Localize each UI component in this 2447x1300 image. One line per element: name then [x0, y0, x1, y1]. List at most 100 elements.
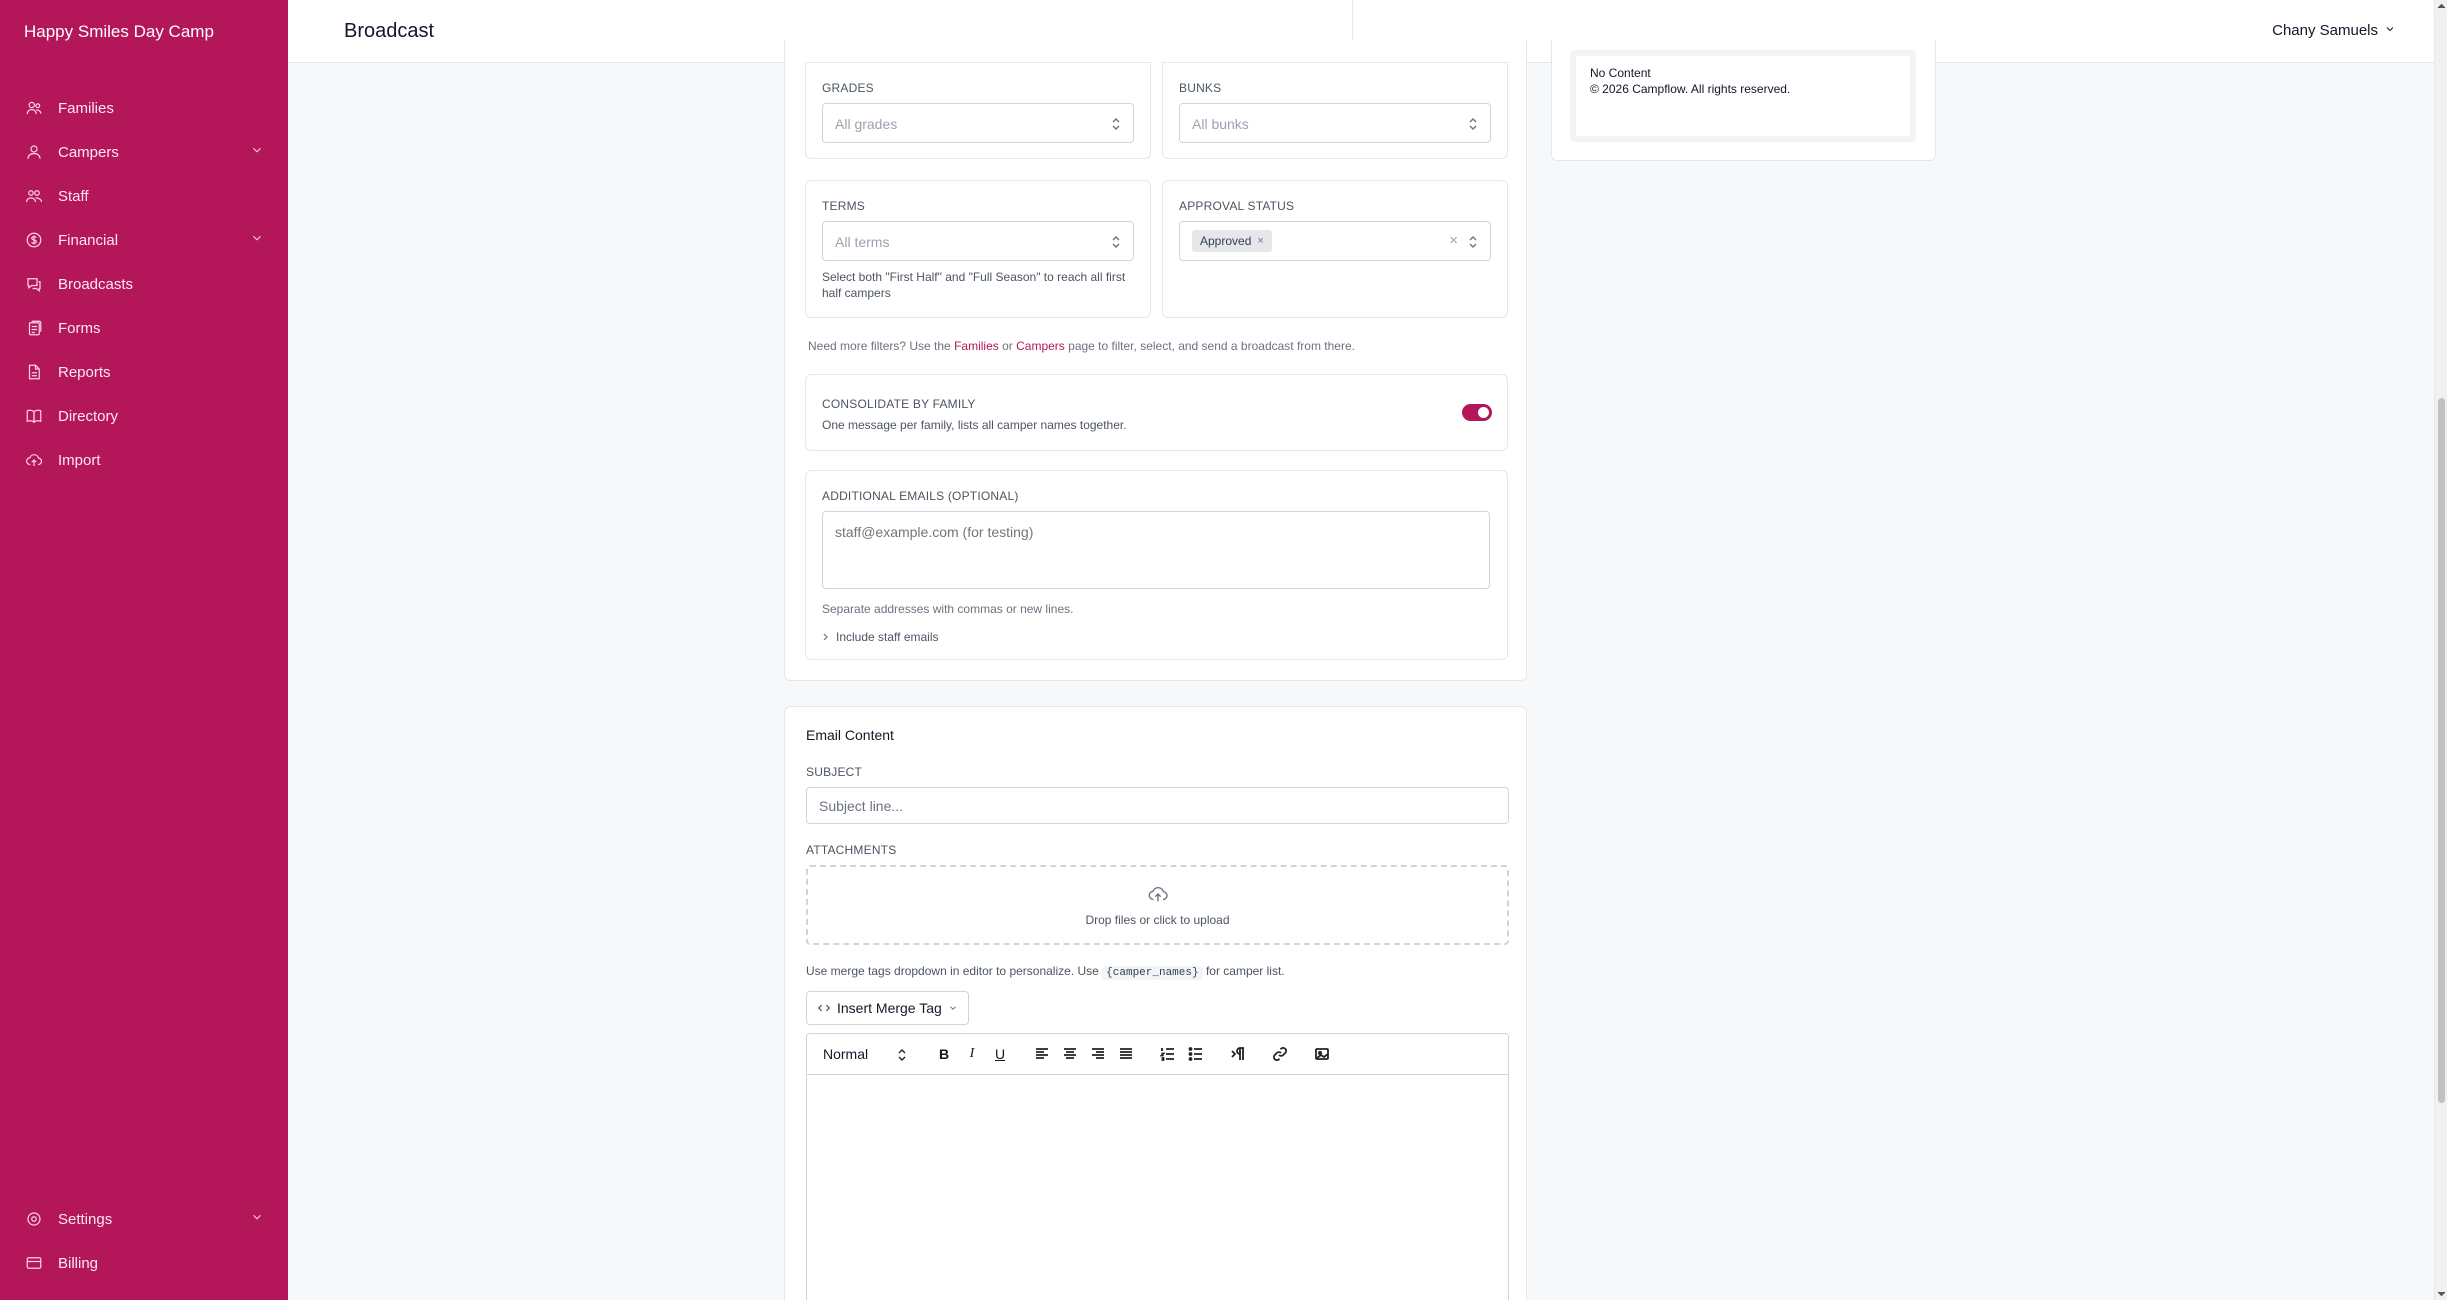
format-select[interactable]: Normal [823, 1046, 913, 1062]
clear-icon[interactable]: × [1449, 232, 1458, 249]
grades-select[interactable]: All grades [822, 103, 1134, 143]
grades-placeholder: All grades [835, 116, 898, 132]
app-name[interactable]: Happy Smiles Day Camp [24, 22, 214, 42]
additional-emails-hint: Separate addresses with commas or new li… [822, 602, 1074, 616]
staff-icon [24, 186, 44, 206]
chevron-down-icon [2384, 22, 2396, 39]
code-icon [818, 1004, 830, 1012]
image-icon[interactable] [1313, 1045, 1331, 1063]
sidebar-item-forms[interactable]: Forms [0, 306, 288, 350]
additional-emails-input[interactable] [822, 511, 1490, 589]
sidebar-item-reports[interactable]: Reports [0, 350, 288, 394]
sidebar-bottom-nav: Settings Billing [0, 1197, 288, 1285]
ordered-list-button[interactable] [1159, 1045, 1177, 1063]
approval-filter-box: APPROVAL STATUS Approved × × [1162, 180, 1508, 318]
merge-hint-code: {camper_names} [1102, 966, 1203, 980]
bullet-list-button[interactable] [1187, 1045, 1205, 1063]
merge-hint-prefix: Use merge tags dropdown in editor to per… [806, 964, 1099, 978]
sidebar-item-label: Billing [58, 1254, 99, 1272]
sidebar-item-directory[interactable]: Directory [0, 394, 288, 438]
forms-icon [24, 318, 44, 338]
sidebar-nav: Families Campers Staff Financial Broadca… [0, 86, 288, 482]
chevron-down-icon[interactable] [250, 231, 264, 249]
insert-merge-tag-label: Insert Merge Tag [837, 1000, 942, 1016]
page-title: Broadcast [344, 20, 435, 42]
email-body-editor[interactable] [806, 1075, 1509, 1300]
upload-cloud-icon [1148, 886, 1168, 902]
reports-icon [24, 362, 44, 382]
families-icon [24, 98, 44, 118]
attachments-dropzone[interactable]: Drop files or click to upload [806, 865, 1509, 945]
align-justify-button[interactable] [1117, 1045, 1135, 1063]
sidebar-item-label: Families [58, 99, 114, 117]
scroll-up-icon[interactable] [2437, 2, 2446, 11]
sidebar-item-settings[interactable]: Settings [0, 1197, 288, 1241]
page-scrollbar[interactable] [2434, 0, 2447, 1300]
terms-select[interactable]: All terms [822, 221, 1134, 261]
consolidate-box: CONSOLIDATE BY FAMILY One message per fa… [805, 374, 1508, 451]
consolidate-description: One message per family, lists all camper… [822, 418, 1127, 432]
more-filters-or: or [1002, 339, 1013, 353]
sort-arrows-icon [1469, 236, 1477, 248]
preview-card: No Content © 2026 Campflow. All rights r… [1551, 40, 1936, 161]
sidebar-item-import[interactable]: Import [0, 438, 288, 482]
subject-input[interactable]: Subject line... [806, 787, 1509, 824]
upload-cloud-icon [24, 450, 44, 470]
sidebar-item-label: Staff [58, 187, 89, 205]
subject-label: SUBJECT [806, 765, 863, 779]
align-right-button[interactable] [1089, 1045, 1107, 1063]
chevron-down-icon[interactable] [250, 1210, 264, 1228]
card-icon [24, 1253, 44, 1273]
families-link[interactable]: Families [954, 339, 999, 353]
align-left-button[interactable] [1033, 1045, 1051, 1063]
chevron-down-icon[interactable] [250, 143, 264, 161]
terms-hint: Select both "First Half" and "Full Seaso… [822, 270, 1126, 300]
more-filters-suffix: page to filter, select, and send a broad… [1068, 339, 1355, 353]
grades-label: GRADES [822, 81, 874, 95]
editor-toolbar: Normal B I U [806, 1033, 1509, 1075]
sidebar-item-families[interactable]: Families [0, 86, 288, 130]
consolidate-toggle[interactable] [1462, 404, 1492, 421]
more-filters-hint: Need more filters? Use the Families or C… [808, 338, 1355, 354]
sort-arrows-icon [898, 1049, 906, 1061]
scrollbar-thumb[interactable] [2438, 398, 2445, 1103]
broadcast-icon [24, 274, 44, 294]
consolidate-label: CONSOLIDATE BY FAMILY [822, 397, 976, 411]
include-staff-toggle[interactable]: Include staff emails [822, 629, 939, 645]
user-name: Chany Samuels [2272, 22, 2378, 39]
italic-button[interactable]: I [963, 1045, 981, 1063]
sidebar-item-label: Forms [58, 319, 101, 337]
approval-select[interactable]: Approved × × [1179, 221, 1491, 261]
sidebar-item-broadcasts[interactable]: Broadcasts [0, 262, 288, 306]
sort-arrows-icon [1112, 236, 1120, 248]
bunks-filter-box: BUNKS All bunks [1162, 62, 1508, 159]
sidebar-item-label: Import [58, 451, 101, 469]
link-icon[interactable] [1271, 1045, 1289, 1063]
align-center-button[interactable] [1061, 1045, 1079, 1063]
terms-filter-box: TERMS All terms Select both "First Half"… [805, 180, 1151, 318]
user-menu[interactable]: Chany Samuels [2272, 22, 2396, 39]
tag-remove-icon[interactable]: × [1257, 235, 1263, 247]
sidebar-item-billing[interactable]: Billing [0, 1241, 288, 1285]
bunks-select[interactable]: All bunks [1179, 103, 1491, 143]
sidebar-item-label: Settings [58, 1210, 113, 1228]
sort-arrows-icon [1112, 118, 1120, 130]
campers-link[interactable]: Campers [1016, 339, 1065, 353]
merge-hint: Use merge tags dropdown in editor to per… [806, 963, 1285, 981]
preview-inner: No Content © 2026 Campflow. All rights r… [1570, 50, 1916, 142]
tag-label: Approved [1200, 234, 1252, 248]
bold-button[interactable]: B [935, 1045, 953, 1063]
sidebar-item-financial[interactable]: Financial [0, 218, 288, 262]
sidebar-item-staff[interactable]: Staff [0, 174, 288, 218]
sidebar-item-campers[interactable]: Campers [0, 130, 288, 174]
underline-button[interactable]: U [991, 1045, 1009, 1063]
gear-icon [24, 1209, 44, 1229]
include-staff-label: Include staff emails [836, 630, 939, 644]
additional-emails-label: ADDITIONAL EMAILS (OPTIONAL) [822, 489, 1019, 503]
text-direction-icon[interactable] [1229, 1045, 1247, 1063]
insert-merge-tag-button[interactable]: Insert Merge Tag [806, 991, 969, 1025]
scroll-down-icon[interactable] [2437, 1289, 2446, 1298]
approval-label: APPROVAL STATUS [1179, 199, 1295, 213]
email-content-title: Email Content [806, 727, 894, 743]
sidebar-item-label: Reports [58, 363, 111, 381]
